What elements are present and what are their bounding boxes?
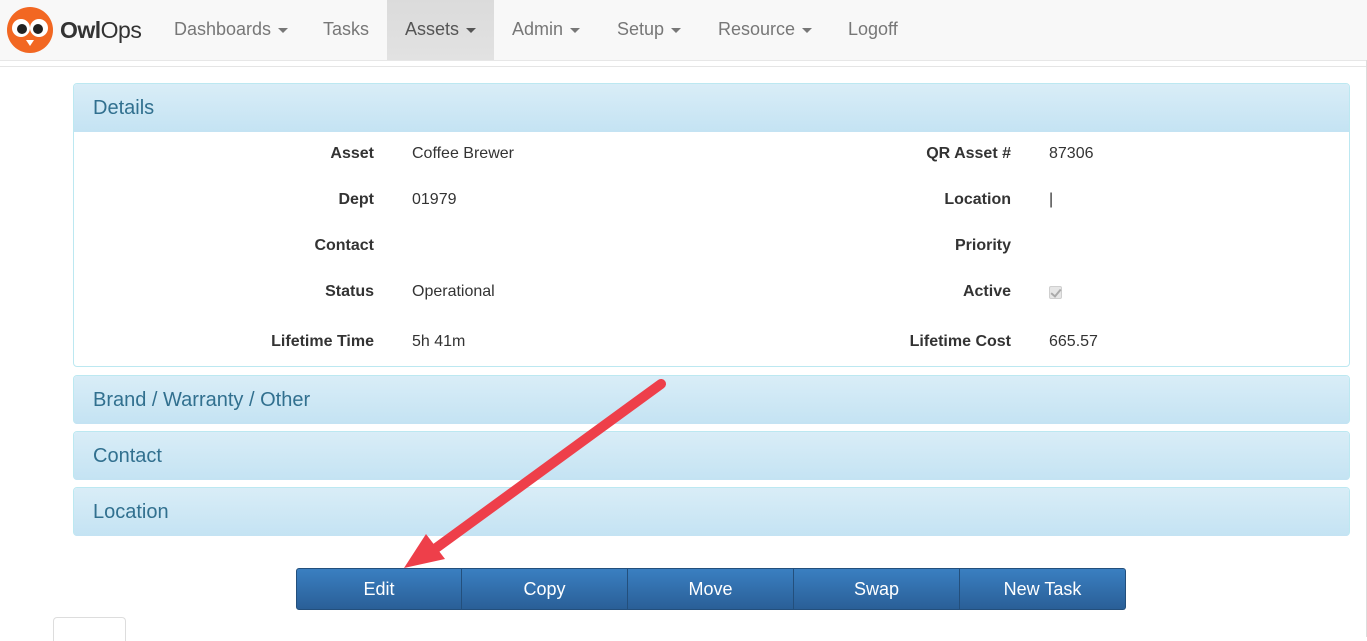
chevron-down-icon <box>570 27 581 33</box>
details-panel: Details Asset Coffee Brewer Dept 01979 C… <box>73 83 1350 367</box>
lifetime-time-label: Lifetime Time <box>271 333 374 350</box>
edit-button[interactable]: Edit <box>296 568 462 610</box>
chevron-down-icon <box>466 27 477 33</box>
details-panel-heading[interactable]: Details <box>74 84 1349 132</box>
nav-assets[interactable]: Assets <box>387 0 494 60</box>
copy-button[interactable]: Copy <box>462 568 628 610</box>
brand-logo[interactable]: OwlOps <box>6 5 142 55</box>
nav-dashboards[interactable]: Dashboards <box>156 0 306 60</box>
lifetime-time-value: 5h 41m <box>412 333 466 350</box>
location-value: | <box>1049 191 1054 208</box>
priority-label: Priority <box>954 237 1011 254</box>
header-divider <box>0 66 1367 67</box>
chevron-down-icon <box>278 27 289 33</box>
nav-logoff[interactable]: Logoff <box>830 0 916 60</box>
brand-warranty-panel-heading[interactable]: Brand / Warranty / Other <box>74 376 1349 424</box>
owl-logo-icon <box>7 7 53 53</box>
status-label: Status <box>325 283 374 300</box>
chevron-down-icon <box>671 27 682 33</box>
chevron-down-icon <box>802 27 813 33</box>
swap-button[interactable]: Swap <box>794 568 960 610</box>
location-panel: Location <box>73 487 1350 536</box>
brand-warranty-panel: Brand / Warranty / Other <box>73 375 1350 424</box>
dept-value: 01979 <box>412 191 457 208</box>
move-button[interactable]: Move <box>628 568 794 610</box>
brand-name: OwlOps <box>60 16 142 43</box>
active-checkbox <box>1049 286 1062 299</box>
status-value: Operational <box>412 283 495 300</box>
asset-label: Asset <box>330 145 374 162</box>
top-navbar: OwlOps Dashboards Tasks Assets Admin Set… <box>0 0 1367 61</box>
contact-label: Contact <box>314 237 374 254</box>
nav-resource[interactable]: Resource <box>700 0 830 60</box>
new-task-button[interactable]: New Task <box>960 568 1126 610</box>
lifetime-cost-label: Lifetime Cost <box>909 333 1011 350</box>
asset-action-buttons: Edit Copy Move Swap New Task <box>296 568 1126 610</box>
dept-label: Dept <box>338 191 374 208</box>
qr-asset-value: 87306 <box>1049 145 1094 162</box>
tab-active[interactable] <box>53 617 126 641</box>
nav-admin[interactable]: Admin <box>494 0 598 60</box>
nav-tasks[interactable]: Tasks <box>305 0 387 60</box>
active-label: Active <box>962 283 1011 300</box>
nav-setup[interactable]: Setup <box>599 0 699 60</box>
location-label: Location <box>944 191 1011 208</box>
contact-panel-heading[interactable]: Contact <box>74 432 1349 480</box>
qr-asset-label: QR Asset # <box>926 145 1011 162</box>
asset-value: Coffee Brewer <box>412 145 514 162</box>
contact-panel: Contact <box>73 431 1350 480</box>
lifetime-cost-value: 665.57 <box>1049 333 1098 350</box>
location-panel-heading[interactable]: Location <box>74 488 1349 536</box>
